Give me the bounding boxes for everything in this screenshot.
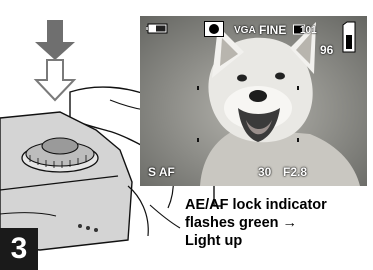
battery-icon xyxy=(146,23,168,34)
quality-label: FINE xyxy=(259,23,287,37)
aperture-value: F2.8 xyxy=(283,165,308,179)
lcd-screen: VGA FINE 101 96 S AF 30 F2.8 xyxy=(140,16,367,186)
dog-photo xyxy=(140,16,367,186)
outline-arrow-icon xyxy=(33,59,77,102)
folder-number: 101 xyxy=(300,25,317,36)
ae-af-lock-indicator-icon xyxy=(204,21,224,37)
remaining-shots: 96 xyxy=(320,43,334,57)
caption-line-3: Light up xyxy=(185,233,243,249)
memory-card-icon xyxy=(342,21,356,53)
indicator-caption: AE/AF lock indicator flashes green → Lig… xyxy=(185,196,365,250)
caption-line-2: flashes green → xyxy=(185,215,298,231)
shutter-speed: 30 xyxy=(258,165,272,179)
focus-mode-label: S AF xyxy=(148,165,175,179)
down-arrow-icon xyxy=(35,20,75,60)
image-size-label: VGA xyxy=(234,25,256,36)
step-number: 3 xyxy=(0,228,38,270)
caption-line-1: AE/AF lock indicator xyxy=(185,197,327,213)
